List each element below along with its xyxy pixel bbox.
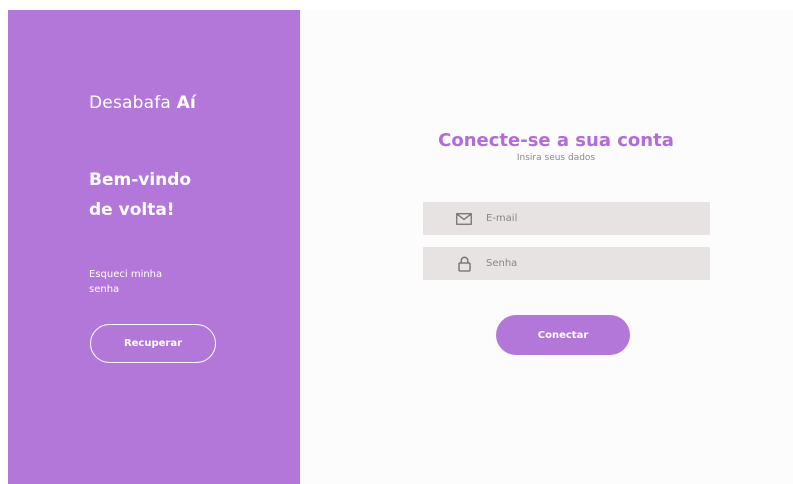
brand-name: Desabafa: [89, 93, 177, 113]
email-field[interactable]: [423, 202, 710, 235]
lock-icon: [455, 255, 473, 273]
login-subtitle: Insira seus dados: [516, 153, 596, 163]
email-input[interactable]: [486, 213, 686, 224]
welcome-heading: Bem-vindo de volta!: [89, 165, 269, 225]
left-panel: Desabafa Aí Bem-vindo de volta! Esqueci …: [8, 10, 300, 484]
forgot-line-1: Esqueci minha: [89, 269, 163, 280]
forgot-password-text: Esqueci minha senha: [89, 267, 229, 297]
recover-button[interactable]: Recuperar: [90, 324, 216, 363]
envelope-icon: [455, 210, 473, 228]
welcome-line-1: Bem-vindo: [89, 170, 192, 190]
brand-logo: Desabafa Aí: [89, 93, 196, 113]
brand-name-bold: Aí: [176, 93, 197, 113]
recover-button-label: Recuperar: [123, 338, 183, 349]
password-input[interactable]: [486, 258, 686, 269]
login-title: Conecte-se a sua conta: [438, 130, 674, 151]
connect-button-label: Conectar: [537, 329, 589, 341]
password-field[interactable]: [423, 247, 710, 280]
welcome-line-2: de volta!: [89, 200, 175, 220]
forgot-line-2: senha: [89, 284, 120, 295]
login-panel: Conecte-se a sua conta Insira seus dados…: [300, 10, 793, 484]
connect-button[interactable]: Conectar: [496, 315, 630, 355]
